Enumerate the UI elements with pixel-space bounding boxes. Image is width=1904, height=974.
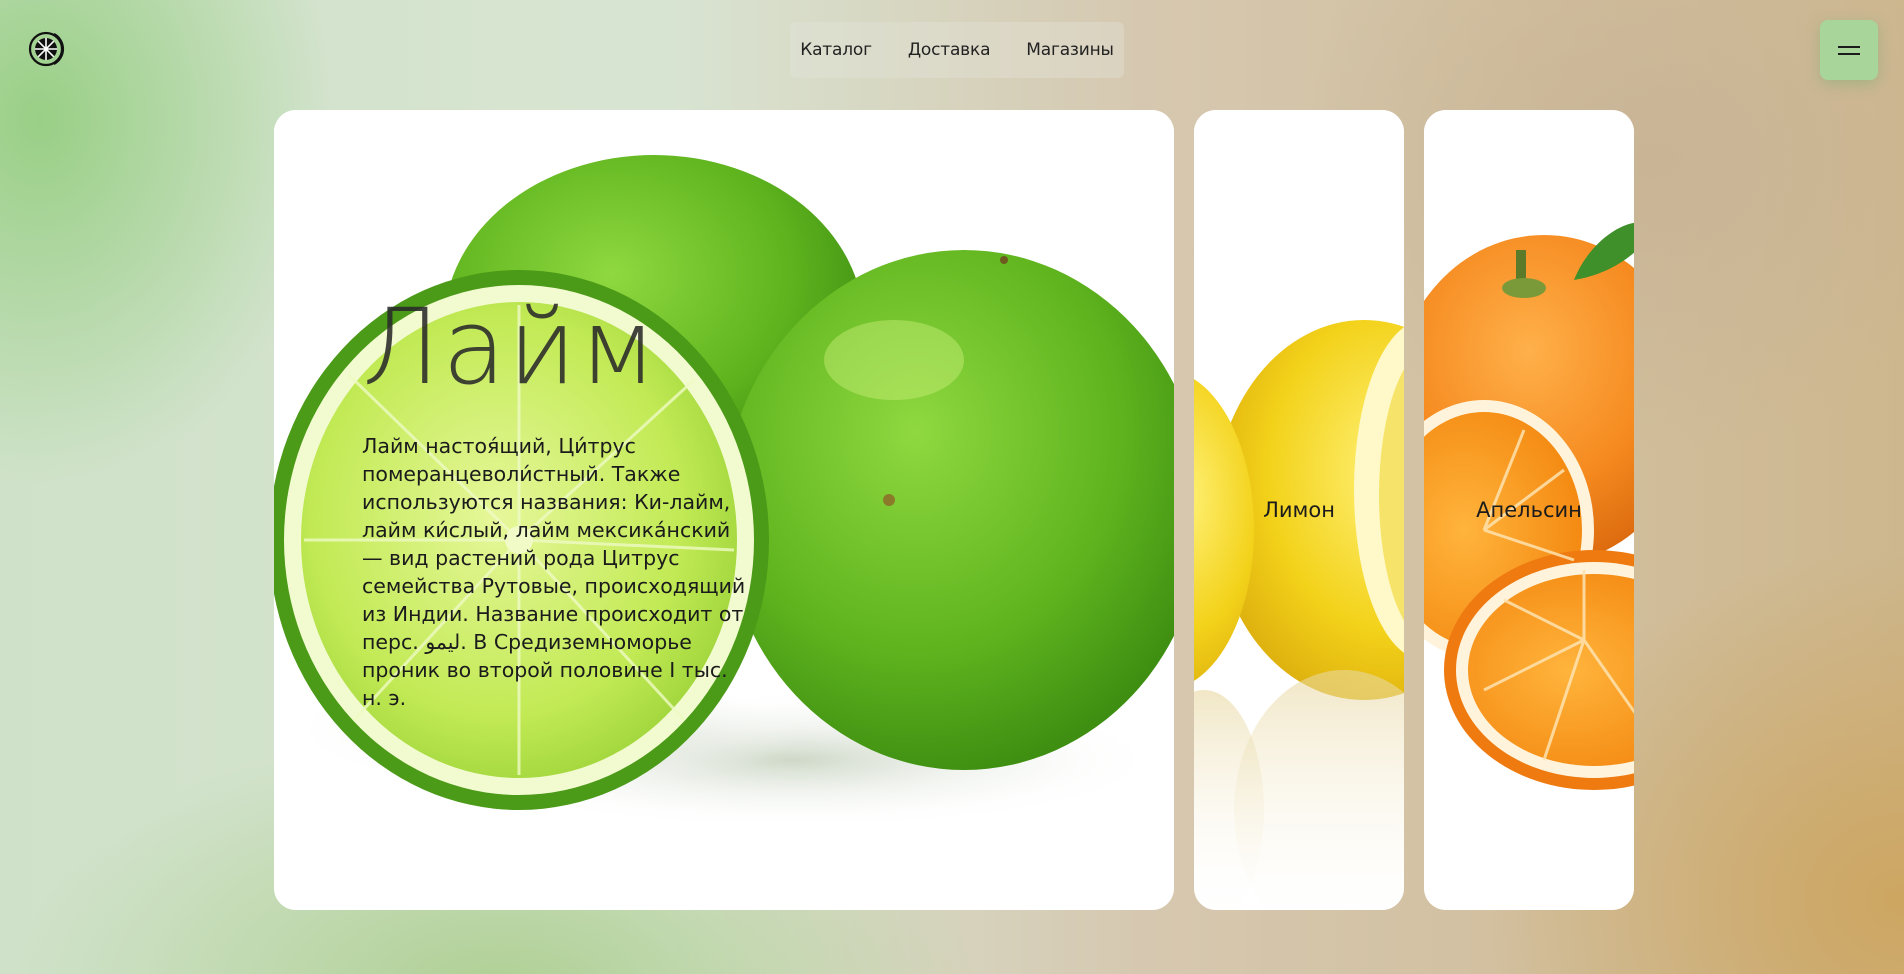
- product-description: Лайм настоя́щий, Ци́трус померанцеволи́с…: [362, 434, 746, 710]
- nav-item-catalog[interactable]: Каталог: [800, 40, 872, 60]
- product-card-lemon[interactable]: Лимон: [1194, 110, 1404, 910]
- nav-item-delivery[interactable]: Доставка: [908, 40, 991, 60]
- nav-item-stores[interactable]: Магазины: [1026, 40, 1114, 60]
- product-card-label: Лимон: [1263, 498, 1335, 522]
- product-title: Лайм: [362, 286, 659, 408]
- hamburger-icon: [1838, 45, 1860, 55]
- product-card-orange[interactable]: Апельсин: [1424, 110, 1634, 910]
- citrus-slice-icon: [28, 31, 65, 67]
- featured-card-lime[interactable]: Лайм Лайм настоя́щий, Ци́трус померанцев…: [274, 110, 1174, 910]
- product-card-label: Апельсин: [1476, 498, 1582, 522]
- main-nav: Каталог Доставка Магазины: [790, 22, 1124, 78]
- menu-button[interactable]: [1820, 20, 1878, 80]
- logo[interactable]: [28, 29, 68, 69]
